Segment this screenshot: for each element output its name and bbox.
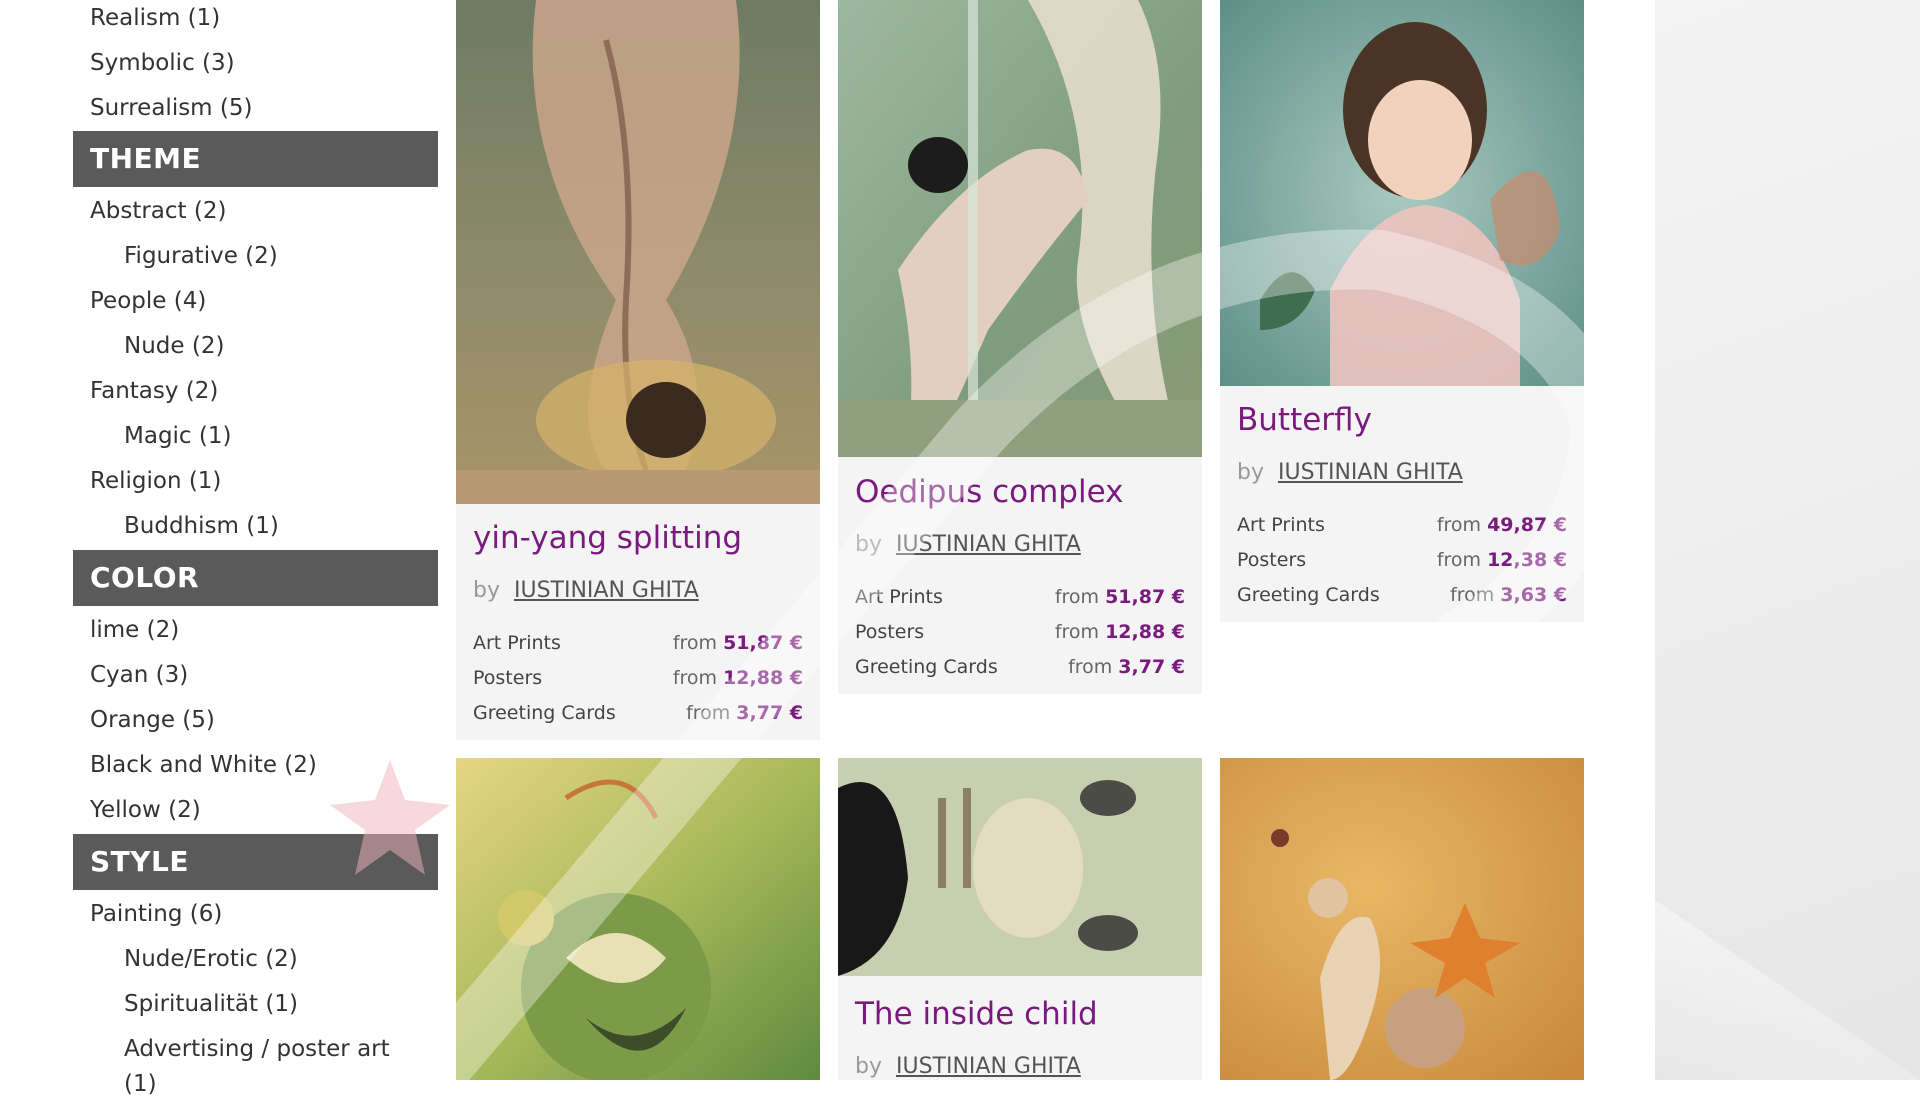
by-label: by <box>473 578 500 603</box>
from-label: from <box>1068 656 1113 678</box>
filter-painting[interactable]: Painting (6) <box>90 900 222 928</box>
filter-advertising[interactable]: Advertising / poster art <box>124 1035 390 1063</box>
by-label: by <box>855 532 882 557</box>
from-label: from <box>686 702 731 724</box>
filter-symbolic[interactable]: Symbolic (3) <box>90 49 235 77</box>
filter-yellow[interactable]: Yellow (2) <box>90 796 201 824</box>
from-label: from <box>1436 514 1482 536</box>
price-value: 12,88 € <box>723 667 803 689</box>
filter-spiritualitat[interactable]: Spiritualität (1) <box>124 990 298 1018</box>
price-greeting-cards[interactable]: Greeting Cards from 3,63 € <box>1237 584 1567 606</box>
artwork-card <box>1220 758 1584 1080</box>
from-label: from <box>1450 584 1495 606</box>
price-label: Art Prints <box>473 632 561 654</box>
artwork-title[interactable]: Butterfly <box>1237 402 1372 438</box>
price-greeting-cards[interactable]: Greeting Cards from 3,77 € <box>855 656 1185 678</box>
price-value: 12,38 € <box>1487 549 1567 571</box>
artwork-card: Butterfly by IUSTINIAN GHITA Art Prints f… <box>1220 0 1584 622</box>
filter-magic[interactable]: Magic (1) <box>124 422 231 450</box>
filter-figurative[interactable]: Figurative (2) <box>124 242 278 270</box>
artwork-byline: by IUSTINIAN GHITA <box>855 532 1081 557</box>
price-value: 3,63 € <box>1500 584 1567 606</box>
price-value: 3,77 € <box>736 702 803 724</box>
from-label: from <box>1436 549 1482 571</box>
filter-orange[interactable]: Orange (5) <box>90 706 215 734</box>
artwork-byline: by IUSTINIAN GHITA <box>855 1054 1081 1079</box>
price-posters[interactable]: Posters from 12,38 € <box>1237 549 1567 571</box>
filter-surrealism[interactable]: Surrealism (5) <box>90 94 252 122</box>
price-art-prints[interactable]: Art Prints from 49,87 € <box>1237 514 1567 536</box>
color-header: COLOR <box>73 550 438 606</box>
artwork-image-oedipus-complex[interactable] <box>838 0 1202 457</box>
filter-nude-erotic[interactable]: Nude/Erotic (2) <box>124 945 298 973</box>
price-value: 3,77 € <box>1118 656 1185 678</box>
filter-fantasy[interactable]: Fantasy (2) <box>90 377 218 405</box>
filter-lime[interactable]: lime (2) <box>90 616 179 644</box>
by-label: by <box>1237 460 1264 485</box>
price-posters[interactable]: Posters from 12,88 € <box>855 621 1185 643</box>
artwork-title[interactable]: The inside child <box>855 996 1098 1032</box>
price-value: 12,88 € <box>1105 621 1185 643</box>
by-label: by <box>855 1054 882 1079</box>
artwork-byline: by IUSTINIAN GHITA <box>473 578 699 603</box>
artwork-image-orange-figure[interactable] <box>1220 758 1584 1080</box>
price-art-prints[interactable]: Art Prints from 51,87 € <box>473 632 803 654</box>
price-value: 51,87 € <box>723 632 803 654</box>
theme-header: THEME <box>73 131 438 187</box>
filter-nude[interactable]: Nude (2) <box>124 332 224 360</box>
artwork-image-yin-yang-splitting[interactable] <box>456 0 820 504</box>
from-label: from <box>1054 586 1100 608</box>
filter-cyan[interactable]: Cyan (3) <box>90 661 188 689</box>
price-label: Greeting Cards <box>1237 584 1380 606</box>
price-greeting-cards[interactable]: Greeting Cards from 3,77 € <box>473 702 803 724</box>
from-label: from <box>672 632 718 654</box>
artwork-card: Oedipus complex by IUSTINIAN GHITA Art Pr… <box>838 0 1202 694</box>
artwork-card: yin-yang splitting by IUSTINIAN GHITA Art… <box>456 0 820 740</box>
filter-religion[interactable]: Religion (1) <box>90 467 221 495</box>
filter-advertising-count[interactable]: (1) <box>124 1070 157 1098</box>
filter-abstract[interactable]: Abstract (2) <box>90 197 226 225</box>
artist-link[interactable]: IUSTINIAN GHITA <box>896 1054 1081 1079</box>
artwork-image-abstract-yellow[interactable] <box>456 758 820 1080</box>
artwork-title[interactable]: yin-yang splitting <box>473 520 742 556</box>
artwork-card <box>456 758 820 1080</box>
price-label: Art Prints <box>855 586 943 608</box>
artist-link[interactable]: IUSTINIAN GHITA <box>896 532 1081 557</box>
filter-people[interactable]: People (4) <box>90 287 206 315</box>
price-label: Art Prints <box>1237 514 1325 536</box>
artwork-card: The inside child by IUSTINIAN GHITA <box>838 758 1202 1080</box>
price-label: Posters <box>473 667 543 689</box>
price-label: Posters <box>855 621 925 643</box>
background-shard <box>1655 900 1920 1080</box>
price-art-prints[interactable]: Art Prints from 51,87 € <box>855 586 1185 608</box>
filter-buddhism[interactable]: Buddhism (1) <box>124 512 279 540</box>
price-label: Posters <box>1237 549 1307 571</box>
artwork-title[interactable]: Oedipus complex <box>855 474 1123 510</box>
filter-black-and-white[interactable]: Black and White (2) <box>90 751 317 779</box>
price-value: 51,87 € <box>1105 586 1185 608</box>
artwork-image-the-inside-child[interactable] <box>838 758 1202 976</box>
price-value: 49,87 € <box>1487 514 1567 536</box>
price-label: Greeting Cards <box>855 656 998 678</box>
page-side-background <box>1655 0 1920 1080</box>
artist-link[interactable]: IUSTINIAN GHITA <box>1278 460 1463 485</box>
price-posters[interactable]: Posters from 12,88 € <box>473 667 803 689</box>
filter-realism[interactable]: Realism (1) <box>90 4 220 32</box>
price-label: Greeting Cards <box>473 702 616 724</box>
style-header: STYLE <box>73 834 438 890</box>
artwork-byline: by IUSTINIAN GHITA <box>1237 460 1463 485</box>
artist-link[interactable]: IUSTINIAN GHITA <box>514 578 699 603</box>
from-label: from <box>672 667 718 689</box>
artwork-image-butterfly[interactable] <box>1220 0 1584 386</box>
from-label: from <box>1054 621 1100 643</box>
